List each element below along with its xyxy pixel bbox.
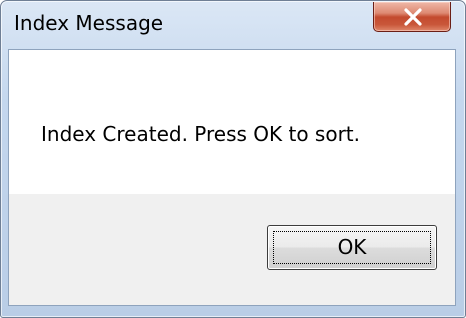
window-title: Index Message <box>14 11 164 35</box>
message-area: Index Created. Press OK to sort. <box>9 50 455 194</box>
message-text: Index Created. Press OK to sort. <box>41 122 361 146</box>
message-dialog: Index Message Index Created. Press OK to… <box>0 0 466 318</box>
dialog-body: Index Created. Press OK to sort. OK <box>8 49 456 306</box>
close-icon <box>404 8 422 26</box>
ok-button-label: OK <box>337 235 367 259</box>
ok-button[interactable]: OK <box>267 225 437 270</box>
close-button[interactable] <box>373 2 451 32</box>
title-bar[interactable]: Index Message <box>1 1 465 49</box>
